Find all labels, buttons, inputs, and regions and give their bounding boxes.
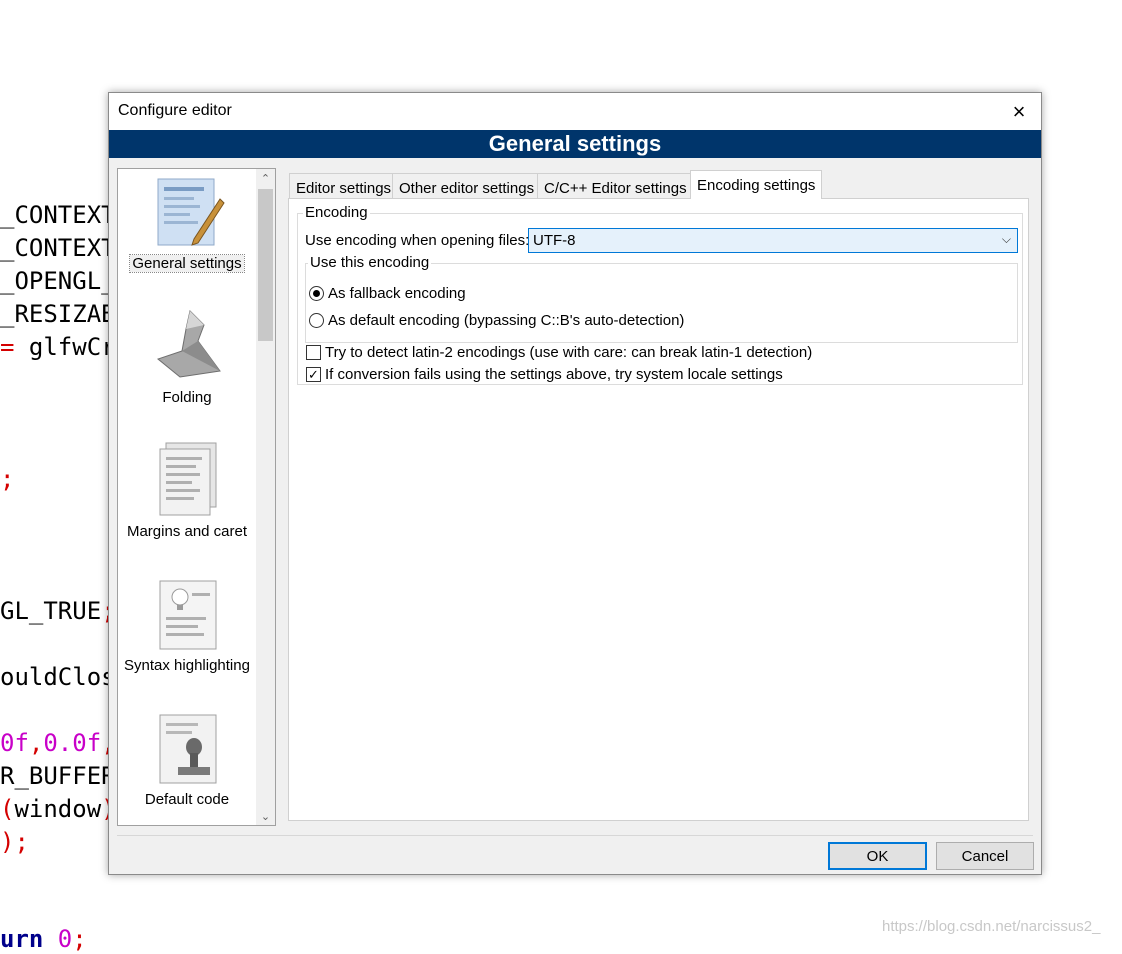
system-locale-label[interactable]: If conversion fails using the settings a… [325, 366, 783, 383]
encoding-select-value: UTF-8 [533, 232, 576, 249]
encoding-open-label: Use encoding when opening files: [305, 232, 530, 249]
pencil-document-icon [157, 178, 225, 246]
latin2-detect-checkbox[interactable] [306, 345, 321, 360]
cancel-button[interactable]: Cancel [936, 842, 1034, 870]
scroll-down-icon[interactable]: ⌄ [256, 807, 275, 825]
stamp-icon [159, 714, 217, 784]
configure-editor-dialog: Configure editor × General settings Gene… [108, 92, 1042, 875]
tab-other-editor-settings[interactable]: Other editor settings [392, 173, 542, 198]
code-line: 0f,0.0f, [0, 729, 116, 757]
code-line: _CONTEXT [0, 234, 116, 262]
nav-item-folding[interactable]: Folding [118, 305, 256, 435]
lightbulb-document-icon [159, 580, 217, 650]
code-line: _OPENGL_ [0, 267, 116, 295]
fallback-encoding-label[interactable]: As fallback encoding [328, 285, 466, 302]
nav-label: Margins and caret [126, 523, 248, 540]
code-line: ; [0, 465, 15, 493]
watermark: https://blog.csdn.net/narcissus2_ [882, 918, 1101, 935]
origami-bird-icon [156, 310, 221, 378]
nav-label: Default code [144, 791, 230, 808]
nav-item-syntax-highlighting[interactable]: Syntax highlighting [118, 573, 256, 703]
code-line: (window) [0, 795, 116, 823]
nav-item-margins-and-caret[interactable]: Margins and caret [118, 439, 256, 569]
code-line: ouldClos [0, 663, 116, 691]
code-line: urn 0; [0, 925, 87, 953]
ok-button[interactable]: OK [828, 842, 927, 870]
pages-icon [159, 442, 217, 516]
nav-scrollbar[interactable]: ⌃ ⌄ [256, 169, 275, 825]
encoding-settings-panel: Encoding Use encoding when opening files… [288, 198, 1029, 821]
code-line: _RESIZAB [0, 300, 116, 328]
tab-encoding-settings[interactable]: Encoding settings [690, 170, 823, 199]
use-this-encoding-group [305, 263, 1018, 343]
code-line: _CONTEXT [0, 201, 116, 229]
title-bar[interactable]: Configure editor × [109, 93, 1041, 130]
use-this-encoding-legend: Use this encoding [308, 254, 432, 271]
settings-category-list[interactable]: General settings Folding Margins and car… [117, 168, 276, 826]
fallback-encoding-radio[interactable] [309, 286, 324, 301]
nav-item-general-settings[interactable]: General settings [118, 171, 256, 301]
dialog-title: Configure editor [118, 102, 232, 119]
nav-label: Syntax highlighting [124, 657, 250, 674]
default-encoding-radio[interactable] [309, 313, 324, 328]
code-line: GL_TRUE; [0, 597, 116, 625]
code-line: ); [0, 828, 29, 856]
encoding-group-legend: Encoding [303, 204, 370, 221]
scroll-thumb[interactable] [258, 189, 273, 341]
tab-editor-settings[interactable]: Editor settings [289, 173, 399, 198]
close-icon[interactable]: × [997, 93, 1041, 130]
nav-label: Folding [162, 389, 212, 406]
system-locale-checkbox[interactable]: ✓ [306, 367, 321, 382]
latin2-detect-label[interactable]: Try to detect latin-2 encodings (use wit… [325, 344, 812, 361]
section-banner: General settings [109, 130, 1041, 158]
nav-label: General settings [129, 254, 245, 273]
footer-divider [117, 835, 1033, 836]
default-encoding-label[interactable]: As default encoding (bypassing C::B's au… [328, 312, 684, 329]
code-line: R_BUFFER [0, 762, 116, 790]
checkmark-icon: ✓ [308, 367, 319, 382]
encoding-select[interactable]: UTF-8 ⌵ [528, 228, 1018, 253]
code-line: = glfwCr [0, 333, 116, 361]
tab-cpp-editor-settings[interactable]: C/C++ Editor settings [537, 173, 694, 198]
nav-item-default-code[interactable]: Default code [118, 707, 256, 825]
chevron-down-icon: ⌵ [1001, 232, 1011, 246]
scroll-up-icon[interactable]: ⌃ [256, 169, 275, 187]
